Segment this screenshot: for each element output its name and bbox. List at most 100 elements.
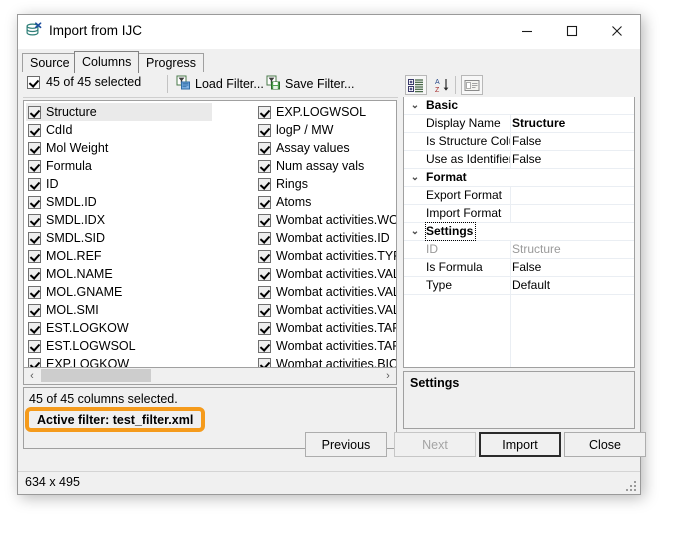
property-category-row[interactable]: ⌄ Basic [404, 97, 634, 115]
column-list-item[interactable]: Rings [256, 175, 396, 193]
property-row[interactable]: Import Format [404, 205, 634, 223]
save-filter-button[interactable]: Save Filter... [263, 74, 357, 94]
column-list-item[interactable]: EST.LOGWSOL [26, 337, 212, 355]
property-category-row[interactable]: ⌄ Settings [404, 222, 634, 241]
property-value[interactable]: Structure [512, 115, 632, 132]
property-value[interactable]: Default [512, 277, 632, 294]
column-list-item[interactable]: Wombat activities.VALUE [256, 283, 396, 301]
column-checkbox[interactable] [28, 303, 41, 317]
column-checkbox[interactable] [258, 213, 271, 227]
column-list-item[interactable]: Wombat activities.ID [256, 229, 396, 247]
property-value[interactable]: False [512, 259, 632, 276]
chevron-down-icon[interactable]: ⌄ [409, 223, 421, 240]
column-checkbox[interactable] [258, 141, 271, 155]
property-row[interactable]: Display Name Structure [404, 115, 634, 133]
property-grid[interactable]: ⌄ Basic Display Name Structure Is Structure … [403, 97, 635, 368]
column-list-item[interactable]: EXP.LOGWSOL [256, 103, 396, 121]
property-row[interactable]: Is Formula False [404, 259, 634, 277]
tab-source[interactable]: Source [22, 53, 78, 72]
column-list-item[interactable]: Assay values [256, 139, 396, 157]
column-list-item[interactable]: logP / MW [256, 121, 396, 139]
column-checkbox[interactable] [28, 213, 41, 227]
categorized-view-icon[interactable] [405, 75, 427, 95]
tab-columns[interactable]: Columns [74, 51, 140, 73]
column-list-item[interactable]: EST.LOGKOW [26, 319, 212, 337]
column-checkbox[interactable] [258, 159, 271, 173]
load-filter-button[interactable]: Load Filter... [173, 74, 267, 94]
columns-list[interactable]: Structure CdId Mol Weight Formula ID SMDL.ID S… [23, 100, 397, 368]
column-list-item[interactable]: Wombat activities.WOM [256, 211, 396, 229]
property-pages-icon[interactable] [461, 75, 483, 95]
column-checkbox[interactable] [28, 177, 41, 191]
column-checkbox[interactable] [258, 285, 271, 299]
property-row[interactable]: Export Format [404, 187, 634, 205]
column-checkbox[interactable] [258, 123, 271, 137]
chevron-down-icon[interactable]: ⌄ [409, 97, 421, 114]
column-checkbox[interactable] [28, 231, 41, 245]
import-button[interactable]: Import [479, 432, 561, 457]
column-list-item[interactable]: Wombat activities.TARG [256, 337, 396, 355]
column-checkbox[interactable] [258, 267, 271, 281]
close-button[interactable]: Close [564, 432, 646, 457]
select-all-columns-checkbox[interactable]: 45 of 45 selected [27, 75, 141, 89]
column-checkbox[interactable] [258, 303, 271, 317]
column-checkbox[interactable] [28, 105, 41, 119]
column-list-item[interactable]: Wombat activities.TARG [256, 319, 396, 337]
column-list-item[interactable]: MOL.REF [26, 247, 212, 265]
property-value[interactable]: False [512, 151, 632, 168]
property-row[interactable]: Use as Identifier False [404, 151, 634, 169]
columns-list-hscrollbar[interactable]: ‹ › [23, 368, 397, 385]
column-checkbox[interactable] [258, 339, 271, 353]
scroll-right-arrow-icon[interactable]: › [380, 368, 396, 383]
column-list-item[interactable]: CdId [26, 121, 212, 139]
column-list-item[interactable]: MOL.SMI [26, 301, 212, 319]
column-checkbox[interactable] [258, 105, 271, 119]
select-all-checkbox-box[interactable] [27, 75, 40, 89]
column-list-item[interactable]: SMDL.SID [26, 229, 212, 247]
hscroll-thumb[interactable] [41, 369, 151, 382]
property-value[interactable]: Structure [512, 241, 632, 258]
column-checkbox[interactable] [28, 123, 41, 137]
column-checkbox[interactable] [28, 249, 41, 263]
column-list-item[interactable]: EXP.LOGKOW [26, 355, 212, 367]
column-list-item[interactable]: Num assay vals [256, 157, 396, 175]
column-checkbox[interactable] [258, 321, 271, 335]
column-checkbox[interactable] [258, 195, 271, 209]
column-list-item[interactable]: SMDL.ID [26, 193, 212, 211]
column-list-item[interactable]: Mol Weight [26, 139, 212, 157]
column-list-item[interactable]: Atoms [256, 193, 396, 211]
column-checkbox[interactable] [28, 285, 41, 299]
scroll-left-arrow-icon[interactable]: ‹ [24, 368, 40, 383]
column-checkbox[interactable] [258, 177, 271, 191]
minimize-button[interactable] [504, 15, 549, 47]
column-checkbox[interactable] [28, 195, 41, 209]
maximize-button[interactable] [549, 15, 594, 47]
column-checkbox[interactable] [28, 357, 41, 367]
column-list-item[interactable]: Wombat activities.VALUE [256, 301, 396, 319]
column-list-item[interactable]: MOL.GNAME [26, 283, 212, 301]
property-value[interactable]: False [512, 133, 632, 150]
column-list-item[interactable]: Wombat activities.BIO.S [256, 355, 396, 367]
column-checkbox[interactable] [28, 321, 41, 335]
column-checkbox[interactable] [28, 267, 41, 281]
tab-progress[interactable]: Progress [138, 53, 205, 72]
column-checkbox[interactable] [28, 339, 41, 353]
close-window-button[interactable] [594, 15, 639, 47]
column-checkbox[interactable] [28, 159, 41, 173]
column-list-item[interactable]: Wombat activities.TYPE [256, 247, 396, 265]
column-checkbox[interactable] [28, 141, 41, 155]
property-category-row[interactable]: ⌄ Format [404, 169, 634, 187]
property-row[interactable]: ID Structure [404, 241, 634, 259]
column-checkbox[interactable] [258, 357, 271, 367]
property-row[interactable]: Type Default [404, 277, 634, 295]
property-row[interactable]: Is Structure Colu False [404, 133, 634, 151]
column-checkbox[interactable] [258, 249, 271, 263]
chevron-down-icon[interactable]: ⌄ [409, 169, 421, 186]
resize-grip-icon[interactable] [624, 479, 636, 491]
column-list-item[interactable]: Wombat activities.VALUE [256, 265, 396, 283]
column-list-item[interactable]: MOL.NAME [26, 265, 212, 283]
sort-alphabetic-icon[interactable]: A Z [431, 75, 453, 95]
column-list-item[interactable]: Structure [26, 103, 212, 121]
column-list-item[interactable]: SMDL.IDX [26, 211, 212, 229]
previous-button[interactable]: Previous [305, 432, 387, 457]
